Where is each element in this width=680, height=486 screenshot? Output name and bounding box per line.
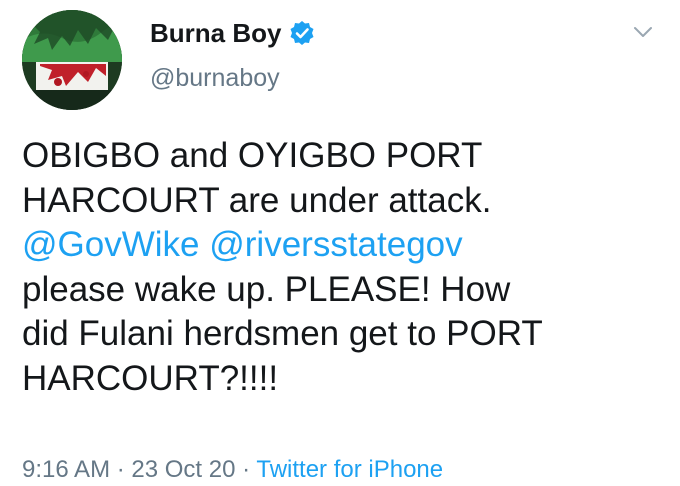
tweet-card: Burna Boy @burnaboy OBIGBO and OYIGBO PO…: [0, 0, 680, 486]
meta-separator: ·: [235, 456, 257, 483]
chevron-down-icon[interactable]: [630, 22, 656, 42]
display-name[interactable]: Burna Boy: [150, 18, 281, 48]
avatar[interactable]: [22, 10, 122, 110]
meta-separator: ·: [110, 456, 132, 483]
tweet-date[interactable]: 23 Oct 20: [131, 456, 235, 483]
avatar-image: [22, 10, 122, 110]
tweet-text: OBIGBO and OYIGBO PORT HARCOURT are unde…: [22, 134, 662, 401]
tweet-line: OBIGBO and OYIGBO PORT: [22, 136, 483, 175]
tweet-line: HARCOURT?!!!!: [22, 358, 279, 398]
user-handle[interactable]: @burnaboy: [150, 63, 280, 93]
tweet-line: did Fulani herdsmen get to PORT: [22, 314, 543, 353]
verified-badge-icon: [290, 21, 314, 45]
tweet-meta: 9:16 AM · 23 Oct 20 · Twitter for iPhone: [22, 455, 443, 485]
tweet-source-link[interactable]: Twitter for iPhone: [256, 456, 443, 483]
mention-riversstategov-link[interactable]: @riversstategov: [209, 225, 462, 264]
tweet-line-mentions: @GovWike @riversstategov: [22, 223, 662, 268]
tweet-time[interactable]: 9:16 AM: [22, 456, 110, 483]
tweet-line: please wake up. PLEASE! How: [22, 269, 511, 309]
mention-govwike-link[interactable]: @GovWike: [22, 225, 200, 264]
tweet-line: HARCOURT are under attack.: [22, 180, 492, 220]
